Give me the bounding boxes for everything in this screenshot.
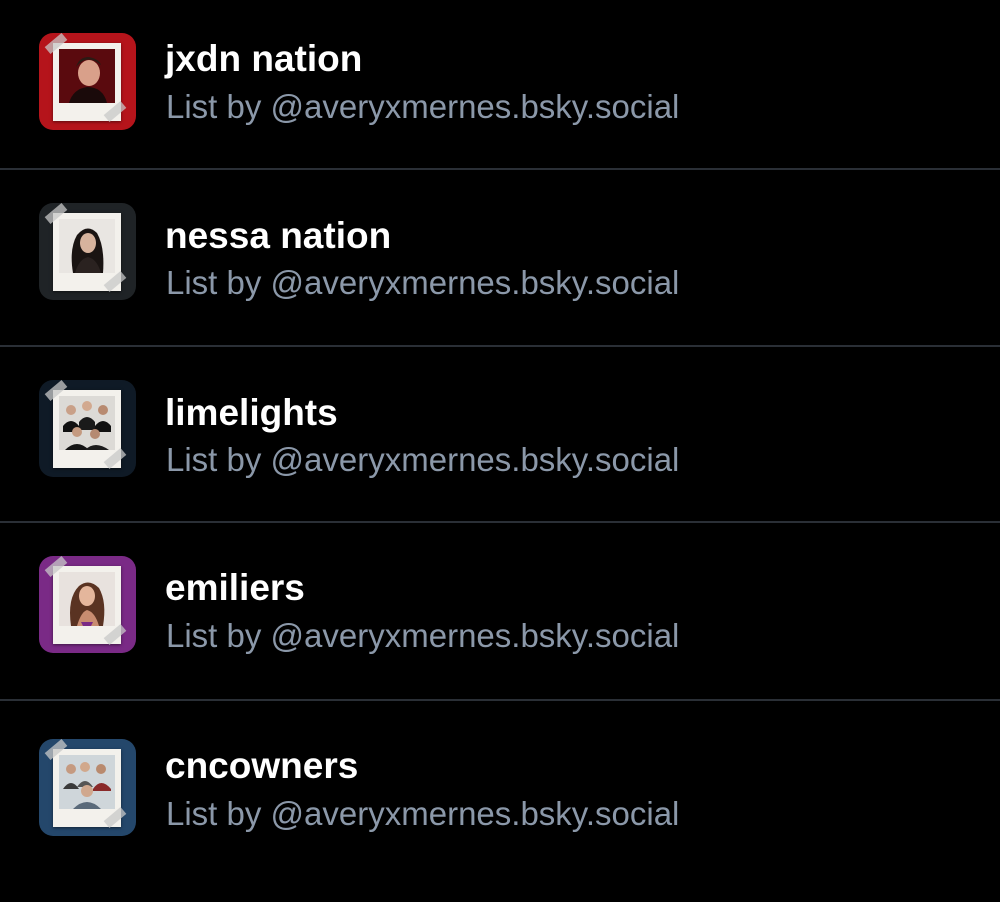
list-item-nessa-nation[interactable]: nessa nation List by @averyxmernes.bsky.… [0,170,1000,347]
list-title: jxdn nation [165,38,363,79]
lists-feed: jxdn nation List by @averyxmernes.bsky.s… [0,0,1000,877]
list-owner: List by @averyxmernes.bsky.social [166,264,680,301]
list-avatar [39,203,136,300]
list-item-jxdn-nation[interactable]: jxdn nation List by @averyxmernes.bsky.s… [0,0,1000,170]
list-owner: List by @averyxmernes.bsky.social [166,441,680,478]
list-title: emiliers [165,567,305,608]
list-title: nessa nation [165,215,392,256]
list-item-limelights[interactable]: limelights List by @averyxmernes.bsky.so… [0,347,1000,523]
list-avatar [39,739,136,836]
list-title: limelights [165,392,338,433]
list-avatar [39,380,136,477]
list-avatar [39,33,136,130]
list-owner: List by @averyxmernes.bsky.social [166,795,680,832]
list-item-emiliers[interactable]: emiliers List by @averyxmernes.bsky.soci… [0,523,1000,701]
list-owner: List by @averyxmernes.bsky.social [166,617,680,654]
list-avatar [39,556,136,653]
list-item-cncowners[interactable]: cncowners List by @averyxmernes.bsky.soc… [0,701,1000,877]
list-title: cncowners [165,745,359,786]
list-owner: List by @averyxmernes.bsky.social [166,88,680,125]
